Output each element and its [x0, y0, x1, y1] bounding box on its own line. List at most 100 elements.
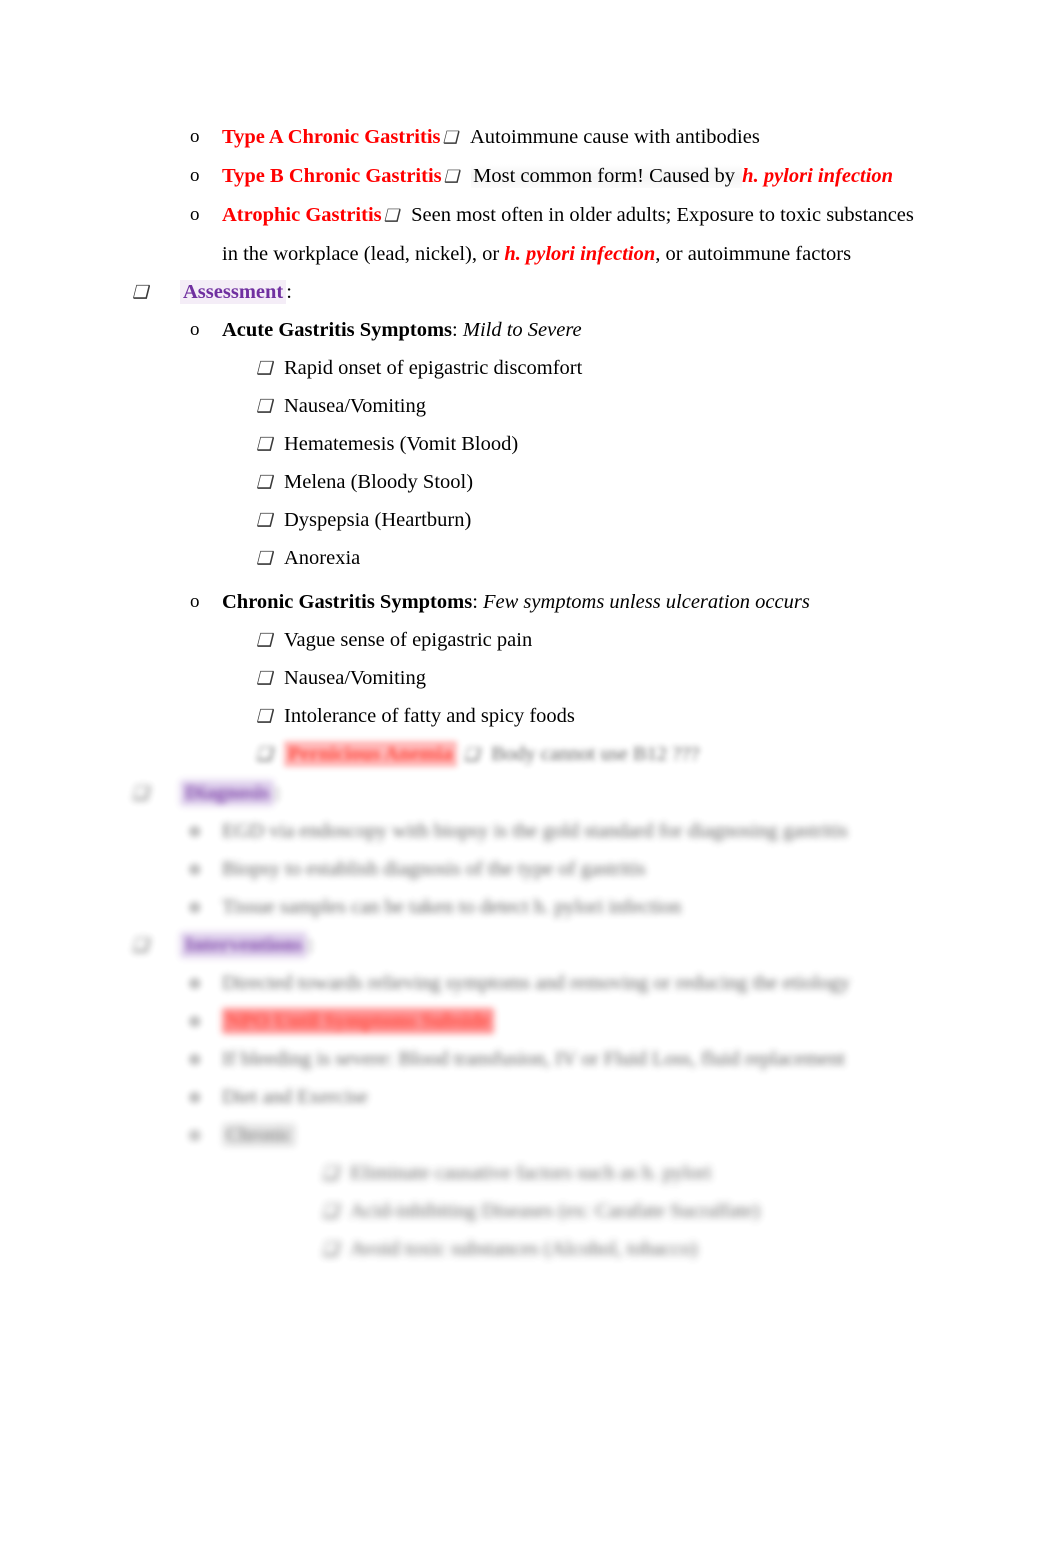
box-glyph-icon: ❑	[132, 935, 149, 955]
box-glyph-icon: ❑	[322, 1163, 339, 1183]
bullet-marker-o: o	[190, 204, 200, 225]
redacted-list-item: o Directed towards relieving symptoms an…	[0, 964, 1062, 1002]
atrophic-continuation-post: , or autoimmune factors	[655, 243, 852, 265]
bullet-marker-o: o	[190, 126, 200, 147]
intervention-item: Diet and Exercise	[222, 1086, 368, 1108]
acute-symptom-item: Anorexia	[284, 547, 361, 569]
gastritis-type-b-description: Most common form! Caused by	[471, 164, 743, 188]
box-glyph-icon: ❑	[132, 783, 149, 803]
atrophic-emphasis: h. pylori infection	[504, 243, 656, 265]
diagnosis-item: Biopsy to establish diagnosis of the typ…	[222, 858, 646, 880]
arrow-glyph-icon: ❑	[442, 128, 458, 147]
intervention-item-highlighted: NPO Until Symptoms Subside	[222, 1008, 494, 1034]
list-item: ❑ Melena (Bloody Stool)	[0, 463, 1062, 501]
interventions-heading-colon: :	[307, 934, 314, 956]
section-diagnosis-heading: ❑ Diagnosis:	[0, 774, 1062, 812]
list-item: o Type B Chronic Gastritis ❑ Most common …	[0, 157, 1062, 196]
redacted-list-item: o NPO Until Symptoms Subside	[0, 1002, 1062, 1040]
document-page: o Type A Chronic Gastritis ❑ Autoimmune c…	[0, 0, 1062, 1556]
bullet-marker-o: o	[190, 319, 200, 340]
interventions-heading-label: Interventions	[180, 932, 308, 958]
box-glyph-icon: ❑	[256, 358, 273, 378]
bullet-marker-o: o	[190, 165, 200, 186]
box-glyph-icon: ❑	[256, 472, 273, 492]
list-item: ❑ Rapid onset of epigastric discomfort	[0, 349, 1062, 387]
chronic-subitem: Acid-inhibiting Diseases (ex: Carafate S…	[350, 1200, 760, 1222]
bullet-marker-o: o	[190, 1048, 200, 1069]
box-glyph-icon: ❑	[256, 744, 273, 764]
redacted-list-item: o Chronic	[0, 1116, 1062, 1154]
redacted-list-item: ❑ Acid-inhibiting Diseases (ex: Carafate…	[0, 1192, 1062, 1230]
chronic-symptom-item: Vague sense of epigastric pain	[284, 629, 533, 651]
box-glyph-icon: ❑	[322, 1239, 339, 1259]
gastritis-atrophic-label: Atrophic Gastritis	[222, 204, 382, 226]
intervention-item-chronic: Chronic	[222, 1123, 297, 1147]
chronic-symptoms-label: Chronic Gastritis Symptoms	[222, 591, 473, 613]
chronic-symptom-item: Nausea/Vomiting	[284, 667, 426, 689]
acute-symptom-item: Melena (Bloody Stool)	[284, 471, 474, 493]
list-item: o Type A Chronic Gastritis ❑ Autoimmune c…	[0, 118, 1062, 157]
arrow-glyph-icon: ❑	[443, 167, 459, 186]
redacted-list-item: o Tissue samples can be taken to detect …	[0, 888, 1062, 926]
chronic-subitem: Avoid toxic substances (Alcohol, tobacco…	[350, 1238, 698, 1260]
redacted-list-item: o EGD via endoscopy with biopsy is the g…	[0, 812, 1062, 850]
gastritis-type-a-description: Autoimmune cause with antibodies	[470, 126, 760, 148]
redacted-symptom-trailing: Body cannot use B12 ???	[491, 743, 700, 765]
arrow-glyph-icon: ❑	[383, 206, 399, 225]
redacted-list-item: o Diet and Exercise	[0, 1078, 1062, 1116]
box-glyph-icon: ❑	[256, 548, 273, 568]
box-glyph-icon: ❑	[256, 630, 273, 650]
list-item: ❑ Vague sense of epigastric pain	[0, 621, 1062, 659]
gastritis-atrophic-description: Seen most often in older adults; Exposur…	[411, 204, 914, 226]
gastritis-type-a-label: Type A Chronic Gastritis	[222, 126, 441, 148]
acute-symptoms-label: Acute Gastritis Symptoms	[222, 319, 453, 341]
gastritis-type-a-line: Type A Chronic Gastritis ❑ Autoimmune cau…	[222, 118, 1062, 157]
redacted-list-item: ❑ Avoid toxic substances (Alcohol, tobac…	[0, 1230, 1062, 1268]
diagnosis-heading-colon: :	[274, 782, 281, 804]
assessment-heading-colon: :	[286, 281, 292, 303]
box-glyph-icon: ❑	[256, 706, 273, 726]
list-item: ❑ Intolerance of fatty and spicy foods	[0, 697, 1062, 735]
arrow-glyph-icon: ❑	[463, 745, 479, 764]
redacted-symptom-highlight: Pernicious Anemia	[284, 741, 457, 767]
acute-symptom-item: Dyspepsia (Heartburn)	[284, 509, 472, 531]
acute-symptoms-qualifier: Mild to Severe	[462, 319, 582, 341]
section-interventions-heading: ❑ Interventions:	[0, 926, 1062, 964]
acute-symptom-item: Rapid onset of epigastric discomfort	[284, 357, 583, 379]
list-item: ❑ Anorexia	[0, 539, 1062, 577]
bullet-marker-o: o	[190, 820, 200, 841]
acute-symptom-item: Hematemesis (Vomit Blood)	[284, 433, 519, 455]
box-glyph-icon: ❑	[322, 1201, 339, 1221]
redacted-list-item: o If bleeding is severe: Blood transfusi…	[0, 1040, 1062, 1078]
section-assessment-heading: ❑ Assessment:	[0, 273, 1062, 311]
redacted-list-item: ❑ Pernicious Anemia ❑ Body cannot use B1…	[0, 735, 1062, 774]
chronic-symptoms-qualifier: Few symptoms unless ulceration occurs	[483, 591, 810, 613]
chronic-symptom-item: Intolerance of fatty and spicy foods	[284, 705, 575, 727]
box-glyph-icon: ❑	[256, 396, 273, 416]
assessment-heading-label: Assessment	[180, 280, 287, 304]
diagnosis-item: Tissue samples can be taken to detect h.…	[222, 896, 682, 918]
chronic-gastritis-symptoms-header: o Chronic Gastritis Symptoms: Few sympto…	[0, 583, 1062, 621]
bullet-marker-o: o	[190, 1124, 200, 1145]
acute-symptoms-separator: :	[452, 319, 463, 341]
gastritis-atrophic-continuation: in the workplace (lead, nickel), or h. p…	[0, 235, 1062, 273]
list-item: ❑ Hematemesis (Vomit Blood)	[0, 425, 1062, 463]
list-item: ❑ Nausea/Vomiting	[0, 659, 1062, 697]
box-glyph-icon: ❑	[132, 282, 149, 302]
intervention-item: If bleeding is severe: Blood transfusion…	[222, 1048, 846, 1070]
bullet-marker-o: o	[190, 896, 200, 917]
gastritis-type-b-emphasis: h. pylori infection	[742, 165, 894, 187]
bullet-marker-o: o	[190, 858, 200, 879]
list-item: ❑ Dyspepsia (Heartburn)	[0, 501, 1062, 539]
acute-symptom-item: Nausea/Vomiting	[284, 395, 426, 417]
bullet-marker-o: o	[190, 1086, 200, 1107]
box-glyph-icon: ❑	[256, 510, 273, 530]
bullet-marker-o: o	[190, 1010, 200, 1031]
intervention-item: Directed towards relieving symptoms and …	[222, 972, 850, 994]
acute-gastritis-symptoms-header: o Acute Gastritis Symptoms: Mild to Seve…	[0, 311, 1062, 349]
chronic-subitem: Eliminate causative factors such as h. p…	[350, 1162, 712, 1184]
gastritis-type-b-label: Type B Chronic Gastritis	[222, 165, 442, 187]
box-glyph-icon: ❑	[256, 434, 273, 454]
atrophic-continuation-pre: in the workplace (lead, nickel), or	[222, 243, 505, 265]
bullet-marker-o: o	[190, 591, 200, 612]
